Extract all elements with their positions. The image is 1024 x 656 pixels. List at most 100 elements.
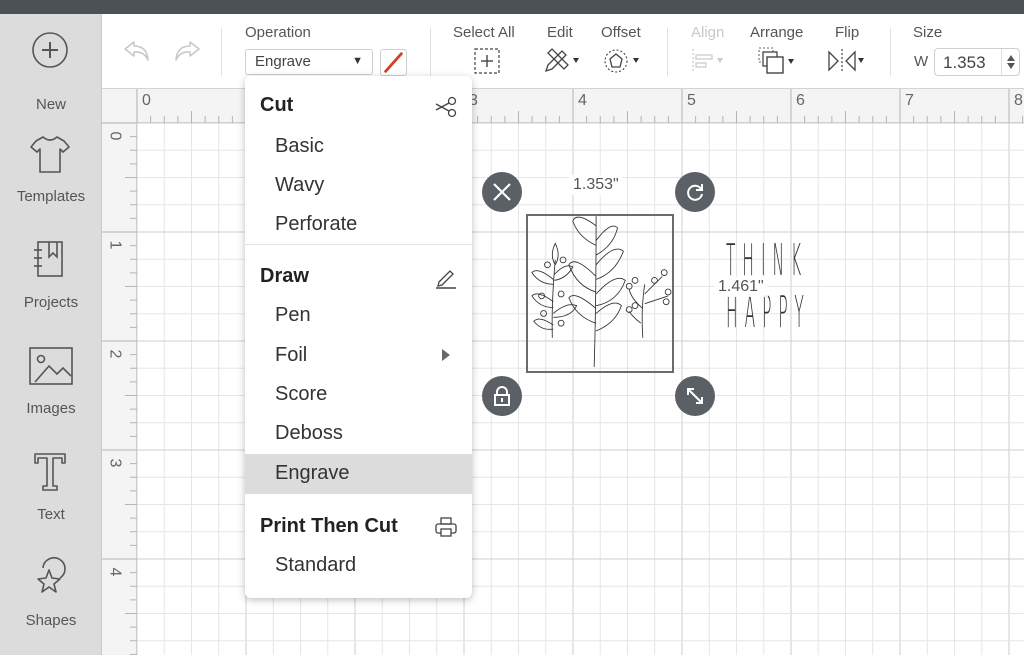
menu-item-deboss[interactable]: Deboss	[245, 414, 472, 452]
sidebar-item-new[interactable]: New	[0, 30, 102, 130]
menu-item-perforate[interactable]: Perforate	[245, 205, 472, 243]
toolbar-divider	[221, 28, 222, 76]
flip-button[interactable]	[826, 47, 870, 75]
chevron-right-icon	[442, 349, 450, 361]
printer-icon	[435, 517, 457, 537]
align-icon	[692, 49, 723, 73]
close-icon	[493, 183, 511, 201]
height-dimension-label: 1.461"	[714, 277, 768, 297]
rotate-icon	[687, 184, 703, 201]
select-all-button[interactable]	[474, 48, 500, 74]
operation-menu: Cut Basic Wavy Perforate Draw Pen Foil S…	[245, 76, 472, 598]
toolbar-divider	[430, 28, 431, 76]
plus-circle-icon	[32, 32, 68, 68]
menu-heading-draw: Draw	[260, 265, 309, 287]
toolbar-divider	[890, 28, 891, 76]
menu-item-engrave[interactable]: Engrave	[245, 454, 472, 494]
selection-bounding-box[interactable]	[526, 214, 674, 373]
resize-handle[interactable]	[675, 376, 715, 416]
width-value: 1.353	[943, 53, 986, 72]
ruler-label: 2	[106, 349, 124, 359]
sidebar-item-shapes[interactable]: Shapes	[0, 556, 102, 656]
menu-heading-print-then-cut: Print Then Cut	[260, 515, 398, 537]
menu-divider	[245, 244, 472, 245]
shapes-icon	[37, 557, 66, 593]
ruler-ticks	[136, 89, 1024, 123]
arrange-button[interactable]	[757, 46, 801, 76]
resize-arrows-icon	[687, 388, 703, 404]
menu-item-pen[interactable]: Pen	[245, 296, 472, 334]
offset-label: Offset	[601, 24, 641, 41]
design-canvas[interactable]: 0 1 2 3 4 5 6 7 8 0 1 2 3 4	[102, 89, 1024, 655]
menu-item-basic[interactable]: Basic	[245, 127, 472, 165]
text-t-icon	[34, 453, 66, 491]
redo-icon	[175, 41, 200, 61]
menu-heading-cut: Cut	[260, 94, 294, 116]
stepper-arrows-icon	[1007, 55, 1015, 69]
menu-item-standard[interactable]: Standard	[245, 546, 472, 584]
toolbar-divider	[667, 28, 668, 76]
sidebar-item-label: New	[35, 96, 66, 113]
ruler-label: 1	[106, 240, 124, 250]
vertical-ruler: 0 1 2 3 4	[102, 89, 137, 655]
edit-button[interactable]	[542, 47, 582, 75]
arrange-label: Arrange	[750, 24, 804, 41]
ruler-label: 4	[106, 567, 124, 577]
scissors-icon	[435, 96, 457, 118]
operation-value: Engrave	[255, 53, 311, 70]
chevron-down-icon: ▼	[352, 55, 363, 67]
window-top-bar	[0, 0, 1024, 14]
menu-item-label: Foil	[275, 344, 308, 366]
offset-button[interactable]	[604, 47, 644, 75]
ruler-label: 3	[106, 458, 124, 468]
flip-icon	[828, 49, 864, 73]
top-toolbar: Operation Engrave ▼ Select All Edit Offs…	[102, 14, 1024, 89]
notebook-icon	[34, 241, 63, 277]
pen-color-swatch[interactable]	[380, 49, 407, 76]
ruler-label: 5	[687, 92, 696, 109]
menu-item-foil[interactable]: Foil	[245, 336, 472, 374]
sidebar-item-text[interactable]: Text	[0, 450, 102, 550]
sidebar-item-templates[interactable]: Templates	[0, 132, 102, 232]
select-all-icon	[474, 48, 500, 74]
sidebar-item-projects[interactable]: Projects	[0, 238, 102, 338]
arrange-icon	[758, 47, 794, 74]
ruler-corner	[102, 89, 137, 123]
botanical-image[interactable]	[528, 216, 672, 371]
select-all-label: Select All	[453, 24, 515, 41]
sidebar-item-label: Templates	[16, 188, 86, 205]
rotate-handle[interactable]	[675, 172, 715, 212]
lock-icon	[494, 386, 510, 406]
sidebar-item-images[interactable]: Images	[0, 344, 102, 444]
width-stepper[interactable]	[1001, 49, 1019, 75]
sidebar-item-label: Text	[37, 506, 65, 523]
lock-handle[interactable]	[482, 376, 522, 416]
pencil-icon	[436, 270, 456, 289]
width-dimension-label: 1.353"	[569, 175, 623, 195]
horizontal-ruler: 012345678	[102, 89, 1024, 123]
offset-icon	[604, 49, 639, 73]
pen-color-icon	[384, 52, 403, 73]
ruler-label: 4	[578, 92, 587, 109]
width-prefix: W	[914, 53, 929, 70]
image-icon	[29, 347, 73, 385]
flip-label: Flip	[835, 24, 860, 41]
width-input[interactable]: 1.353	[934, 48, 1020, 76]
ruler-label: 0	[142, 92, 151, 109]
delete-handle[interactable]	[482, 172, 522, 212]
menu-item-wavy[interactable]: Wavy	[245, 166, 472, 204]
tshirt-icon	[30, 136, 70, 173]
sidebar-item-label: Images	[26, 400, 76, 417]
align-button[interactable]	[690, 47, 730, 75]
undo-icon	[124, 41, 149, 61]
ruler-label: 7	[905, 92, 914, 109]
ruler-label: 8	[1014, 92, 1023, 109]
ruler-label: 6	[796, 92, 805, 109]
operation-dropdown[interactable]: Engrave ▼	[245, 49, 373, 75]
redo-button[interactable]	[170, 38, 202, 64]
edit-tools-icon	[544, 48, 579, 73]
sidebar-item-label: Shapes	[25, 612, 77, 629]
edit-label: Edit	[547, 24, 573, 41]
undo-button[interactable]	[122, 38, 154, 64]
menu-item-score[interactable]: Score	[245, 375, 472, 413]
